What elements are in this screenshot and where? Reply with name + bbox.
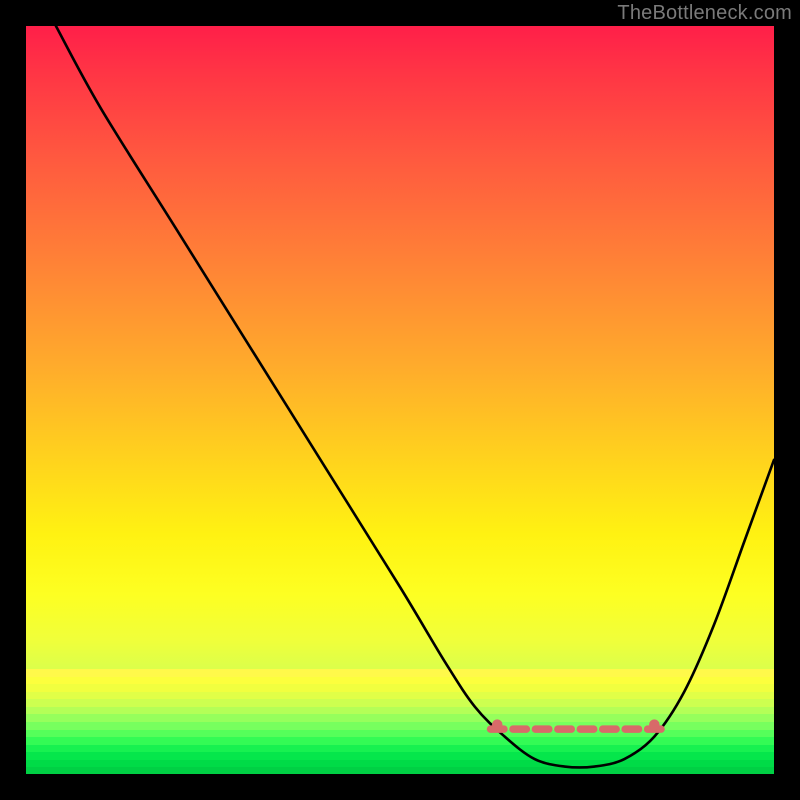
flat-zone-markers bbox=[491, 719, 662, 729]
flat-marker-end bbox=[492, 719, 502, 729]
flat-marker-end bbox=[649, 719, 659, 729]
chart-svg bbox=[26, 26, 774, 774]
chart-container: TheBottleneck.com bbox=[0, 0, 800, 800]
plot-area bbox=[26, 26, 774, 774]
watermark-text: TheBottleneck.com bbox=[617, 2, 792, 25]
curve-line bbox=[56, 26, 774, 767]
